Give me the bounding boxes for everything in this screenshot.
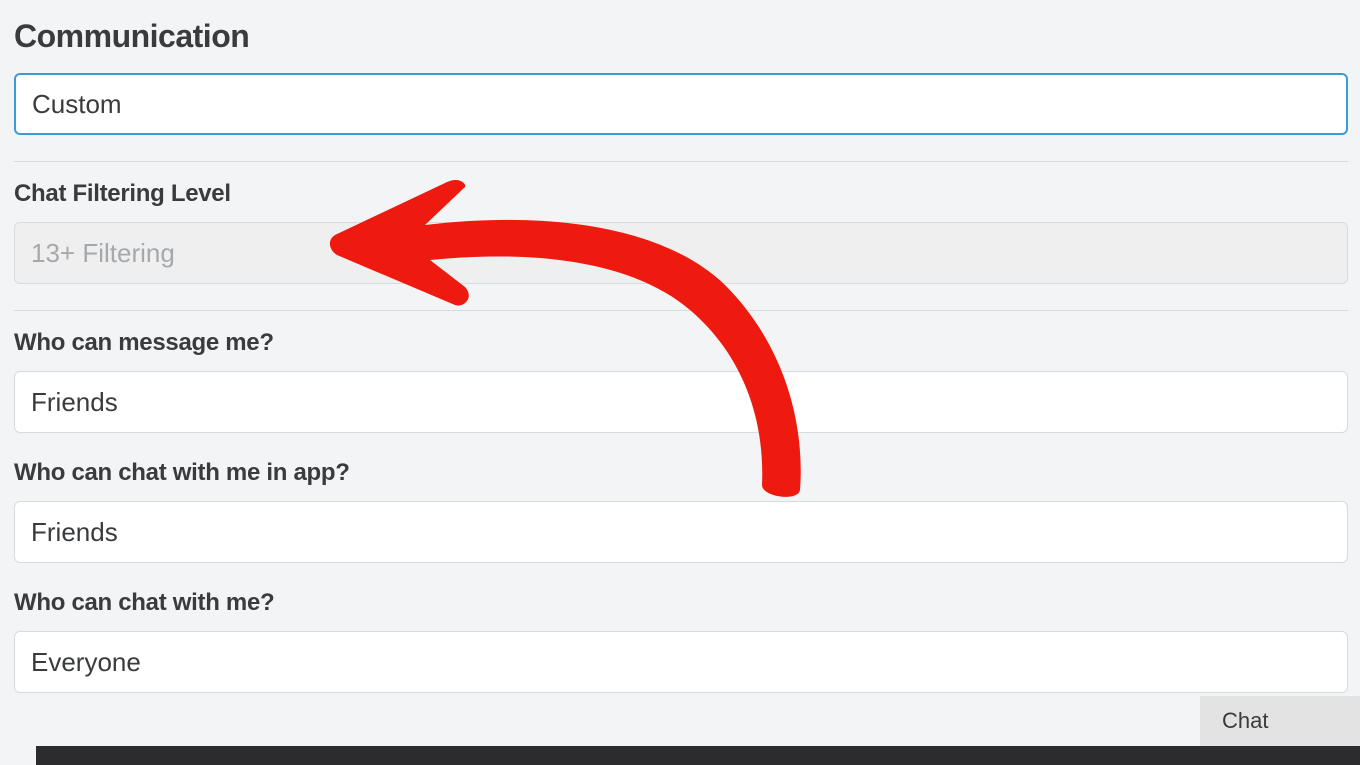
communication-settings-panel: Communication Custom Chat Filtering Leve… [0, 0, 1360, 693]
section-title: Communication [14, 18, 1348, 55]
filtering-group: Chat Filtering Level 13+ Filtering [14, 180, 1348, 284]
who-can-chat-in-app-select[interactable]: Friends [14, 501, 1348, 563]
chat-in-app-group: Who can chat with me in app? Friends [14, 459, 1348, 563]
who-can-chat-in-app-value: Friends [31, 517, 118, 548]
chat-in-app-label: Who can chat with me in app? [14, 459, 1348, 487]
message-group: Who can message me? Friends [14, 329, 1348, 433]
filtering-level-value: 13+ Filtering [31, 238, 175, 269]
communication-mode-value: Custom [32, 89, 122, 120]
who-can-chat-value: Everyone [31, 647, 141, 678]
chat-group: Who can chat with me? Everyone [14, 589, 1348, 693]
divider [14, 161, 1348, 162]
chat-tab-label: Chat [1222, 708, 1268, 734]
filtering-level-select: 13+ Filtering [14, 222, 1348, 284]
message-label: Who can message me? [14, 329, 1348, 357]
filtering-label: Chat Filtering Level [14, 180, 1348, 208]
communication-mode-select[interactable]: Custom [14, 73, 1348, 135]
bottom-bar [36, 746, 1360, 765]
mode-select-wrapper: Custom [14, 73, 1348, 135]
chat-tab[interactable]: Chat [1200, 696, 1360, 746]
divider [14, 310, 1348, 311]
who-can-message-value: Friends [31, 387, 118, 418]
who-can-chat-select[interactable]: Everyone [14, 631, 1348, 693]
chat-label: Who can chat with me? [14, 589, 1348, 617]
who-can-message-select[interactable]: Friends [14, 371, 1348, 433]
